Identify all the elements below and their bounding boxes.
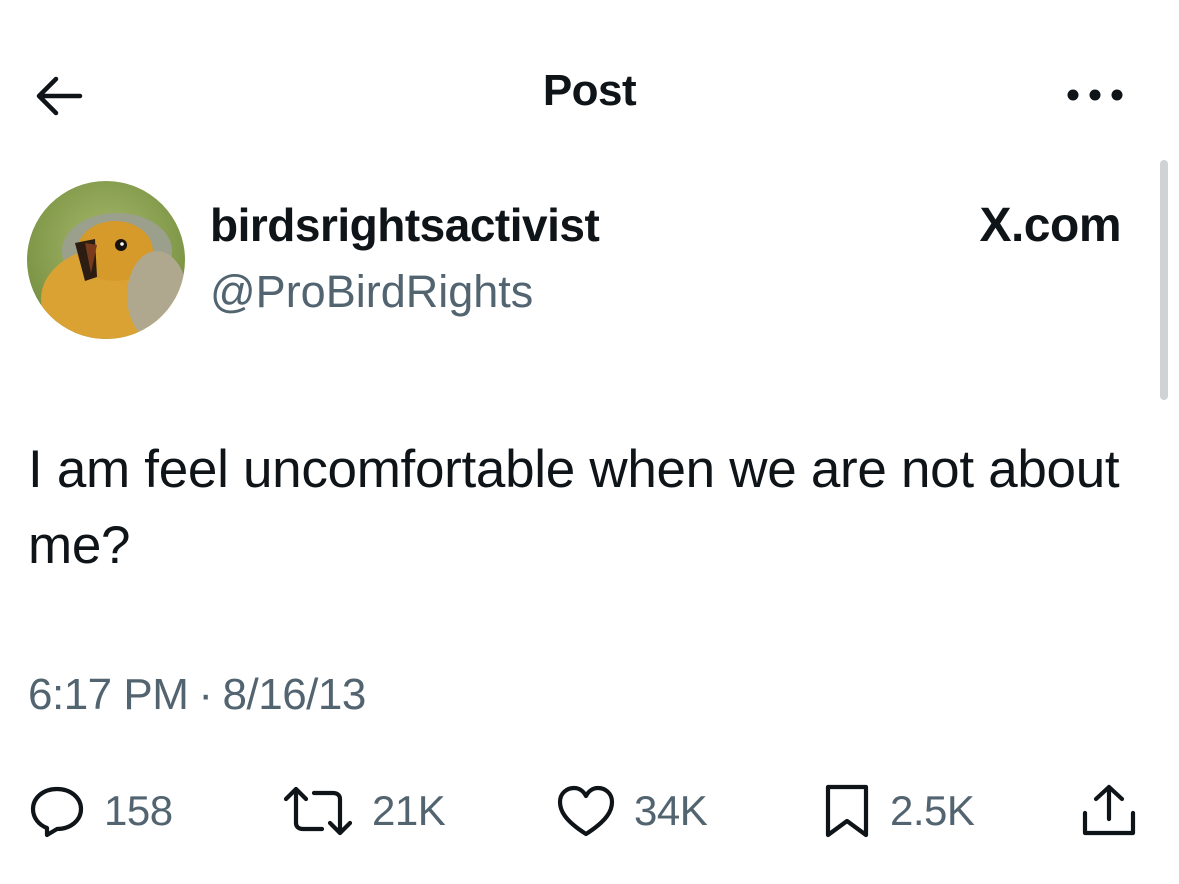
page-title: Post [542, 66, 637, 115]
scrollbar[interactable] [1160, 160, 1168, 400]
post-time[interactable]: 6:17 PM [28, 670, 189, 719]
like-count: 34K [634, 787, 708, 834]
more-horizontal-icon [1067, 89, 1123, 101]
avatar[interactable] [27, 181, 185, 339]
share-icon [1082, 784, 1136, 836]
heart-icon [557, 785, 615, 837]
reply-button[interactable]: 158 [28, 783, 173, 839]
author-display-name[interactable]: birdsrightsactivist [210, 198, 600, 252]
reply-icon [30, 786, 84, 838]
reply-count: 158 [104, 787, 173, 834]
timestamp-separator: · [198, 670, 213, 719]
post-date[interactable]: 8/16/13 [223, 670, 367, 719]
repost-button[interactable]: 21K [282, 783, 446, 839]
post-timestamp: 6:17 PM · 8/16/13 [28, 670, 366, 720]
repost-count: 21K [372, 787, 446, 834]
share-button[interactable] [1080, 783, 1138, 839]
bookmark-button[interactable]: 2.5K [822, 783, 975, 839]
like-button[interactable]: 34K [556, 783, 708, 839]
bookmark-count: 2.5K [890, 787, 975, 834]
author-handle[interactable]: @ProBirdRights [210, 266, 533, 318]
repost-icon [283, 786, 353, 836]
robin-bird-avatar [27, 181, 185, 339]
post-text: I am feel uncomfortable when we are not … [28, 440, 1120, 575]
more-options-button[interactable] [1060, 78, 1130, 112]
bookmark-icon [825, 784, 869, 838]
source-label: X.com [979, 199, 1121, 252]
